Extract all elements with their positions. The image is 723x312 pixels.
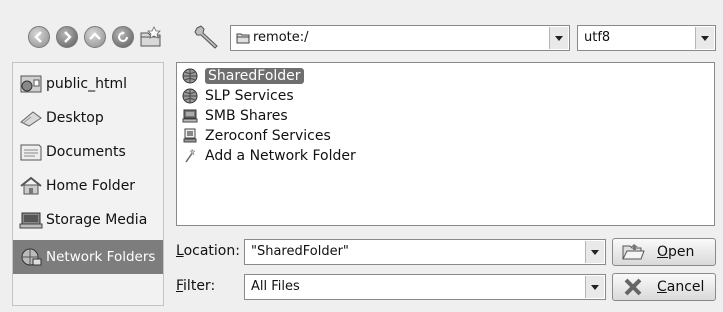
network-folder-icon — [17, 246, 45, 268]
home-icon — [17, 175, 45, 197]
sidebar-item-documents[interactable]: Documents — [13, 135, 163, 169]
wizard-wand-icon — [181, 148, 199, 164]
network-globe-icon — [181, 68, 199, 84]
network-globe-icon — [181, 88, 199, 104]
sidebar-item-storage-media[interactable]: Storage Media — [13, 203, 163, 237]
sidebar-item-label: Network Folders — [46, 249, 156, 265]
list-item[interactable]: Add a Network Folder — [181, 146, 356, 166]
desktop-icon — [17, 107, 45, 129]
wrench-icon — [194, 25, 218, 49]
cancel-x-icon — [621, 277, 645, 297]
back-arrow-icon — [34, 31, 42, 43]
location-input[interactable]: "SharedFolder" — [244, 239, 606, 265]
sidebar-item-network-folders[interactable]: Network Folders — [13, 240, 163, 274]
reload-button[interactable] — [112, 26, 134, 48]
web-folder-icon — [17, 73, 45, 95]
cancel-button[interactable]: Cancel — [612, 273, 716, 301]
list-item-label: Zeroconf Services — [205, 128, 331, 144]
sidebar-item-home-folder[interactable]: Home Folder — [13, 169, 163, 203]
chevron-down-icon[interactable] — [549, 27, 568, 49]
list-item-label: SMB Shares — [205, 108, 288, 124]
sidebar-item-label: Desktop — [46, 110, 104, 126]
list-item-label: SharedFolder — [205, 68, 304, 84]
encoding-combo[interactable]: utf8 — [577, 25, 716, 51]
smb-shares-icon — [181, 108, 199, 124]
documents-icon — [17, 141, 45, 163]
filter-label: Filter: — [176, 278, 216, 294]
location-value: "SharedFolder" — [251, 244, 349, 259]
sidebar-item-label: Home Folder — [46, 178, 136, 194]
new-folder-icon — [140, 26, 161, 47]
sidebar-item-label: Storage Media — [46, 212, 148, 228]
up-arrow-icon — [89, 32, 101, 40]
list-item[interactable]: SLP Services — [181, 86, 294, 106]
filter-value: All Files — [251, 279, 300, 294]
open-folder-icon — [621, 242, 645, 262]
back-button[interactable] — [28, 26, 50, 48]
sidebar-item-desktop[interactable]: Desktop — [13, 101, 163, 135]
storage-media-icon — [17, 209, 45, 231]
chevron-down-icon[interactable] — [585, 276, 604, 298]
sidebar-item-public-html[interactable]: public_html — [13, 67, 163, 101]
reload-icon — [118, 31, 128, 42]
list-item-label: Add a Network Folder — [205, 148, 356, 164]
chevron-down-icon[interactable] — [695, 27, 714, 49]
forward-button[interactable] — [56, 26, 78, 48]
filter-input[interactable]: All Files — [244, 274, 606, 300]
list-item-label: SLP Services — [205, 88, 294, 104]
sidebar-item-label: public_html — [46, 76, 128, 92]
open-button-label: Open — [657, 244, 695, 260]
zeroconf-icon — [181, 128, 199, 144]
list-item[interactable]: Zeroconf Services — [181, 126, 331, 146]
sidebar-item-label: Documents — [46, 144, 126, 160]
file-list[interactable]: SharedFolder SLP Services SMB Shares Zer… — [176, 62, 715, 226]
location-path-combo[interactable]: remote:/ — [230, 25, 570, 51]
folder-icon — [236, 32, 250, 44]
list-item[interactable]: SMB Shares — [181, 106, 288, 126]
up-button[interactable] — [84, 26, 106, 48]
chevron-down-icon[interactable] — [585, 241, 604, 263]
location-label: Location: — [176, 243, 240, 259]
list-item[interactable]: SharedFolder — [181, 66, 304, 86]
options-button[interactable] — [193, 24, 223, 52]
forward-arrow-icon — [64, 31, 72, 43]
location-path-value: remote:/ — [253, 30, 309, 45]
encoding-value: utf8 — [584, 30, 611, 45]
places-panel: public_html Desktop Documents Home Folde… — [12, 62, 164, 306]
new-folder-button[interactable] — [138, 24, 164, 50]
cancel-button-label: Cancel — [657, 279, 705, 295]
open-button[interactable]: Open — [612, 238, 716, 266]
